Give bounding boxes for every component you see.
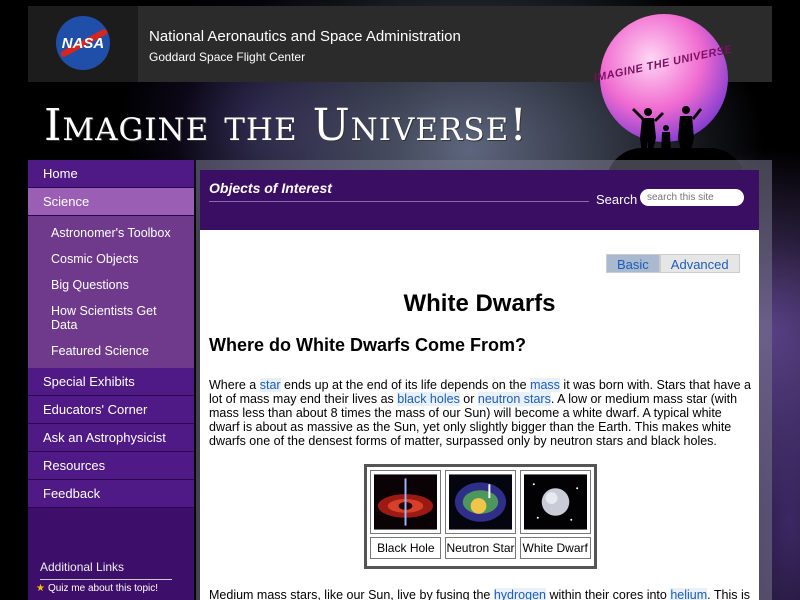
white-dwarf-image-icon[interactable] bbox=[519, 470, 591, 534]
quiz-link-label: Quiz me about this topic! bbox=[47, 583, 159, 594]
nav-item-home[interactable]: Home bbox=[28, 160, 194, 188]
body-paragraph: Medium mass stars, like our Sun, live by… bbox=[209, 588, 753, 600]
object-label-black-hole[interactable]: Black Hole bbox=[370, 537, 442, 559]
black-hole-image-icon[interactable] bbox=[370, 470, 442, 534]
nav-item-feedback[interactable]: Feedback bbox=[28, 480, 194, 508]
text-run: or bbox=[459, 392, 478, 406]
object-cell: White Dwarf bbox=[519, 470, 591, 563]
nav-subitem-astronomers-toolbox[interactable]: Astronomer's Toolbox bbox=[28, 220, 194, 246]
nasa-logo-icon[interactable]: NASA bbox=[56, 16, 110, 70]
text-run: Medium mass stars, like our Sun, live by… bbox=[209, 588, 494, 600]
level-tabs: Basic Advanced bbox=[606, 254, 740, 273]
nav-subitem-cosmic-objects[interactable]: Cosmic Objects bbox=[28, 246, 194, 272]
search-label: Search bbox=[596, 192, 638, 207]
text-run: ends up at the end of its life depends o… bbox=[280, 378, 531, 392]
neutron-star-image-icon[interactable] bbox=[445, 470, 516, 534]
site-title[interactable]: Imagine the Universe! bbox=[44, 100, 528, 151]
nav-subitem-how-scientists-get-data[interactable]: How Scientists Get Data bbox=[28, 298, 194, 338]
section-title: Objects of Interest bbox=[209, 180, 332, 196]
left-navigation: Home Science Astronomer's Toolbox Cosmic… bbox=[28, 160, 194, 600]
center-name[interactable]: Goddard Space Flight Center bbox=[149, 50, 305, 64]
link-mass[interactable]: mass bbox=[530, 378, 560, 392]
nasa-logo-box[interactable]: NASA bbox=[28, 6, 138, 82]
section-heading: Where do White Dwarfs Come From? bbox=[209, 335, 527, 355]
nav-item-special-exhibits[interactable]: Special Exhibits bbox=[28, 368, 194, 396]
nav-item-educators-corner[interactable]: Educators' Corner bbox=[28, 396, 194, 424]
object-cell: Black Hole bbox=[370, 470, 442, 563]
intro-paragraph: Where a star ends up at the end of its l… bbox=[209, 378, 753, 448]
quiz-link[interactable]: ★ Quiz me about this topic! bbox=[36, 583, 158, 594]
tab-basic[interactable]: Basic bbox=[606, 254, 660, 273]
nav-item-resources[interactable]: Resources bbox=[28, 452, 194, 480]
imagine-universe-logo-icon[interactable]: IMAGINE THE UNIVERSE bbox=[592, 14, 746, 184]
content-header: Objects of Interest Search bbox=[200, 170, 759, 230]
agency-name[interactable]: National Aeronautics and Space Administr… bbox=[149, 28, 461, 45]
link-star[interactable]: star bbox=[259, 378, 281, 392]
family-silhouette-icon bbox=[632, 106, 702, 154]
additional-links-heading: Additional Links bbox=[40, 560, 172, 580]
header-divider bbox=[209, 201, 589, 202]
nasa-logo-text: NASA bbox=[61, 34, 105, 52]
nav-subitem-big-questions[interactable]: Big Questions bbox=[28, 272, 194, 298]
object-label-white-dwarf[interactable]: White Dwarf bbox=[519, 537, 591, 559]
objects-table: Black Hole Neutron Star White Dwarf bbox=[364, 464, 597, 569]
link-neutron-stars[interactable]: neutron stars bbox=[477, 392, 551, 406]
tab-advanced[interactable]: Advanced bbox=[659, 254, 740, 273]
nav-item-ask-an-astrophysicist[interactable]: Ask an Astrophysicist bbox=[28, 424, 194, 452]
page-title: White Dwarfs bbox=[403, 290, 556, 317]
object-cell: Neutron Star bbox=[445, 470, 517, 563]
nav-item-science[interactable]: Science bbox=[28, 188, 194, 216]
nav-subitem-featured-science[interactable]: Featured Science bbox=[28, 338, 194, 364]
science-submenu: Astronomer's Toolbox Cosmic Objects Big … bbox=[28, 216, 194, 368]
link-hydrogen[interactable]: hydrogen bbox=[493, 588, 546, 600]
link-black-holes[interactable]: black holes bbox=[397, 392, 460, 406]
object-label-neutron-star[interactable]: Neutron Star bbox=[445, 537, 516, 559]
main-content: Basic Advanced White Dwarfs Where do Whi… bbox=[200, 230, 759, 600]
link-helium[interactable]: helium bbox=[670, 588, 708, 600]
text-run: . This is bbox=[707, 588, 750, 600]
star-icon: ★ bbox=[36, 583, 45, 594]
text-run: within their cores into bbox=[545, 588, 671, 600]
text-run: Where a bbox=[209, 378, 260, 392]
search-input[interactable] bbox=[640, 189, 744, 206]
